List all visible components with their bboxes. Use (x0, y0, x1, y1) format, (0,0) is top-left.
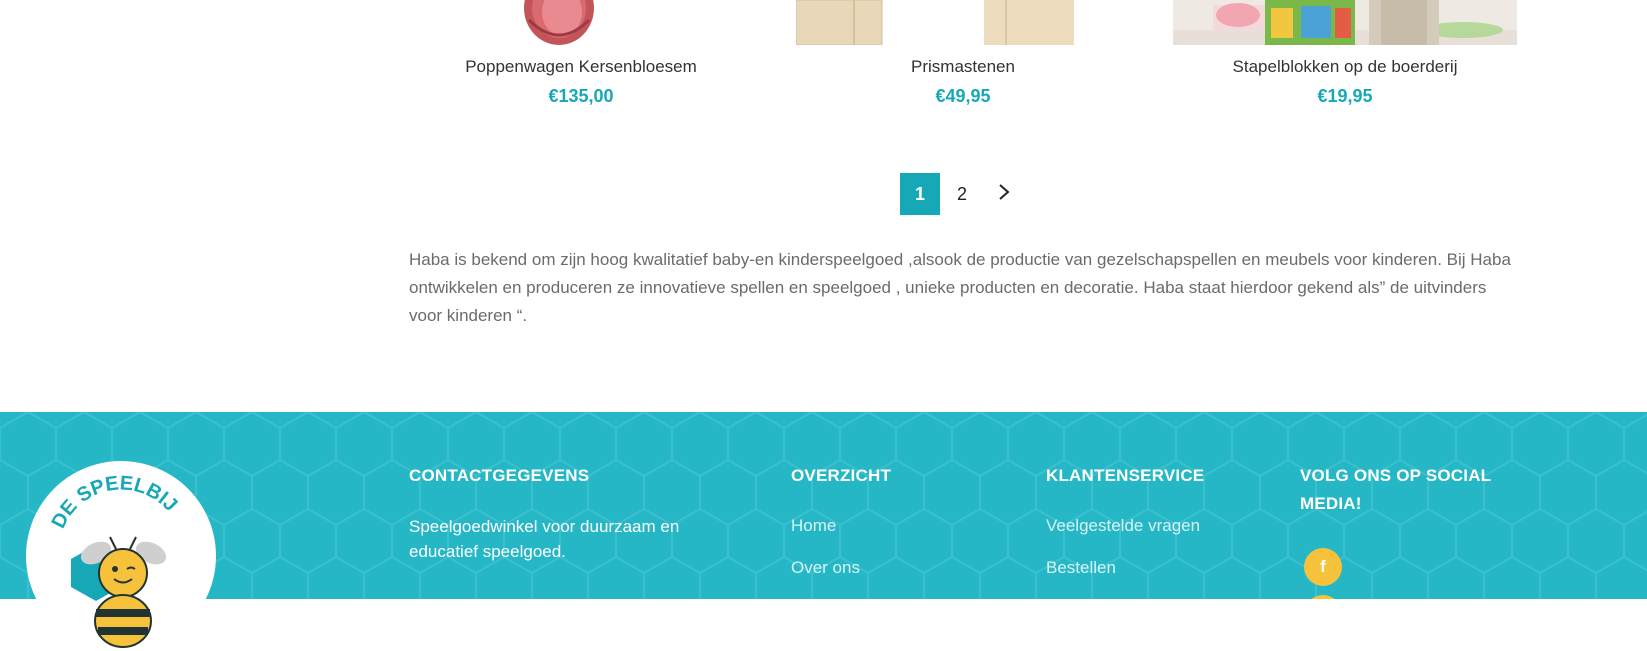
product-image[interactable] (1173, 0, 1517, 45)
svg-text:DE SPEELBIJ: DE SPEELBIJ (47, 472, 181, 532)
footer-link-faq[interactable]: Veelgestelde vragen (1046, 516, 1200, 536)
product-name[interactable]: Poppenwagen Kersenbloesem (409, 57, 753, 77)
klantenservice-heading: KLANTENSERVICE (1046, 466, 1205, 485)
product-price: €135,00 (548, 86, 614, 106)
page-1-button[interactable]: 1 (900, 173, 940, 215)
contact-text: Speelgoedwinkel voor duurzaam en educati… (409, 517, 680, 561)
footer: CONTACTGEGEVENS Speelgoedwinkel voor duu… (0, 412, 1647, 599)
product-image[interactable] (409, 0, 753, 45)
footer-link-home[interactable]: Home (791, 516, 836, 536)
brand-description: Haba is bekend om zijn hoog kwalitatief … (409, 250, 1511, 325)
footer-link-over-ons[interactable]: Over ons (791, 558, 860, 578)
speelbij-logo[interactable]: DE SPEELBIJ (26, 461, 216, 651)
page-2-button[interactable]: 2 (942, 173, 982, 215)
social-heading: VOLG ONS OP SOCIAL MEDIA! (1300, 466, 1491, 513)
facebook-icon[interactable]: f (1304, 548, 1342, 586)
product-price: €19,95 (1317, 86, 1373, 106)
footer-link-bestellen[interactable]: Bestellen (1046, 558, 1116, 578)
chevron-right-icon (997, 183, 1011, 206)
logo-text: DE SPEELBIJ (47, 472, 181, 532)
pagination: 1 2 (900, 173, 1026, 215)
next-page-button[interactable] (984, 173, 1024, 215)
product-price: €49,95 (935, 86, 991, 106)
contact-heading: CONTACTGEGEVENS (409, 466, 590, 485)
overzicht-heading: OVERZICHT (791, 466, 892, 485)
product-name[interactable]: Prismastenen (791, 57, 1135, 77)
product-image[interactable] (796, 0, 1140, 45)
product-name[interactable]: Stapelblokken op de boerderij (1173, 57, 1517, 77)
